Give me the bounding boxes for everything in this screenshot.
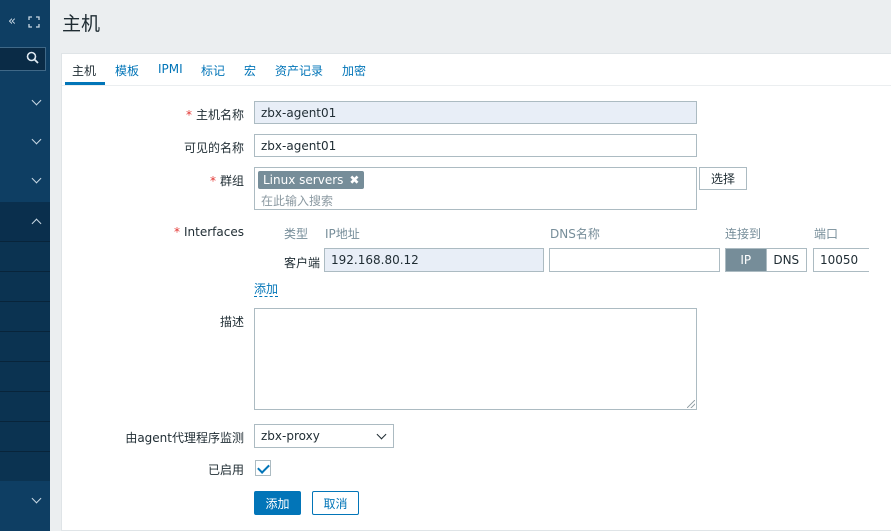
chevron-up-icon (31, 218, 42, 229)
double-chevron-left-icon[interactable]: « (4, 14, 20, 30)
tab-host[interactable]: 主机 (72, 62, 96, 79)
chevron-down-icon (31, 134, 42, 145)
proxy-select[interactable]: zbx-proxy (254, 424, 394, 448)
tab-inventory[interactable]: 资产记录 (275, 62, 323, 79)
tab-tags[interactable]: 标记 (201, 62, 225, 79)
interface-ip-input[interactable]: 192.168.80.12 (324, 248, 544, 272)
sidebar-subitem[interactable] (0, 391, 50, 421)
interface-port-header: 端口 (814, 227, 839, 241)
interface-dns-header: DNS名称 (550, 227, 600, 241)
page-title: 主机 (62, 13, 101, 35)
host-name-label: * 主机名称 (185, 108, 244, 122)
interface-dns-input[interactable] (549, 248, 720, 272)
sidebar-subitem[interactable] (0, 331, 50, 361)
sidebar-search[interactable] (0, 47, 46, 71)
visible-name-input[interactable]: zbx-agent01 (254, 134, 697, 157)
sidebar-section-4[interactable] (0, 202, 50, 241)
connect-to-toggle: IP DNS (725, 248, 807, 272)
tab-macros[interactable]: 宏 (244, 62, 256, 79)
groups-multiselect[interactable]: Linux servers ✖ 在此输入搜索 (254, 167, 697, 210)
enabled-checkbox[interactable] (255, 460, 271, 476)
add-interface-link[interactable]: 添加 (254, 283, 279, 297)
add-button[interactable]: 添加 (254, 491, 301, 515)
chevron-down-icon (376, 429, 387, 439)
resize-grip-icon[interactable] (687, 400, 695, 408)
sidebar-subitem[interactable] (0, 301, 50, 331)
interface-type-header: 类型 (284, 227, 309, 241)
proxy-selected-value: zbx-proxy (261, 429, 320, 443)
cancel-button[interactable]: 取消 (312, 491, 359, 515)
connect-dns-option[interactable]: DNS (765, 249, 806, 271)
sidebar-subitem[interactable] (0, 361, 50, 391)
sidebar-subitem[interactable] (0, 421, 50, 451)
search-icon[interactable] (26, 51, 39, 67)
group-chip: Linux servers ✖ (258, 171, 365, 189)
sidebar-section-1[interactable] (0, 83, 50, 122)
sidebar-section-2[interactable] (0, 122, 50, 161)
sidebar: « (0, 0, 50, 531)
groups-search-placeholder[interactable]: 在此输入搜索 (261, 192, 333, 209)
interface-ip-header: IP地址 (325, 227, 360, 241)
enabled-label: 已启用 (207, 463, 244, 477)
description-textarea[interactable] (254, 308, 697, 410)
sidebar-subitem[interactable] (0, 271, 50, 301)
interface-port-input[interactable]: 10050 (813, 248, 869, 272)
interfaces-label: * Interfaces (174, 225, 244, 239)
chevron-down-icon (31, 493, 42, 504)
sidebar-section-5[interactable] (0, 481, 50, 520)
groups-label: * 群组 (209, 174, 244, 188)
remove-icon[interactable]: ✖ (349, 173, 359, 187)
interface-type: 客户端 (283, 256, 320, 270)
sidebar-subitem[interactable] (0, 451, 50, 481)
sidebar-subitem[interactable] (0, 241, 50, 271)
group-chip-label: Linux servers (263, 173, 344, 187)
visible-name-label: 可见的名称 (183, 141, 244, 155)
tab-ipmi[interactable]: IPMI (158, 62, 183, 76)
interface-connect-header: 连接到 (725, 227, 762, 241)
host-name-input[interactable]: zbx-agent01 (254, 101, 697, 124)
connect-ip-option[interactable]: IP (726, 249, 766, 271)
chevron-down-icon (31, 173, 42, 184)
chevron-down-icon (31, 95, 42, 106)
host-form-panel: 主机 模板 IPMI 标记 宏 资产记录 加密 * 主机名称 zbx-agent0… (61, 53, 891, 531)
sidebar-section-3[interactable] (0, 161, 50, 200)
active-tab-indicator (65, 82, 105, 85)
sidebar-top: « (0, 0, 50, 43)
description-label: 描述 (219, 315, 244, 329)
expand-icon[interactable] (26, 14, 42, 30)
proxy-label: 由agent代理程序监测 (125, 431, 244, 445)
tab-bar: 主机 模板 IPMI 标记 宏 资产记录 加密 (62, 54, 891, 86)
tab-encryption[interactable]: 加密 (342, 62, 366, 79)
tab-templates[interactable]: 模板 (115, 62, 139, 79)
select-groups-button[interactable]: 选择 (699, 167, 747, 190)
